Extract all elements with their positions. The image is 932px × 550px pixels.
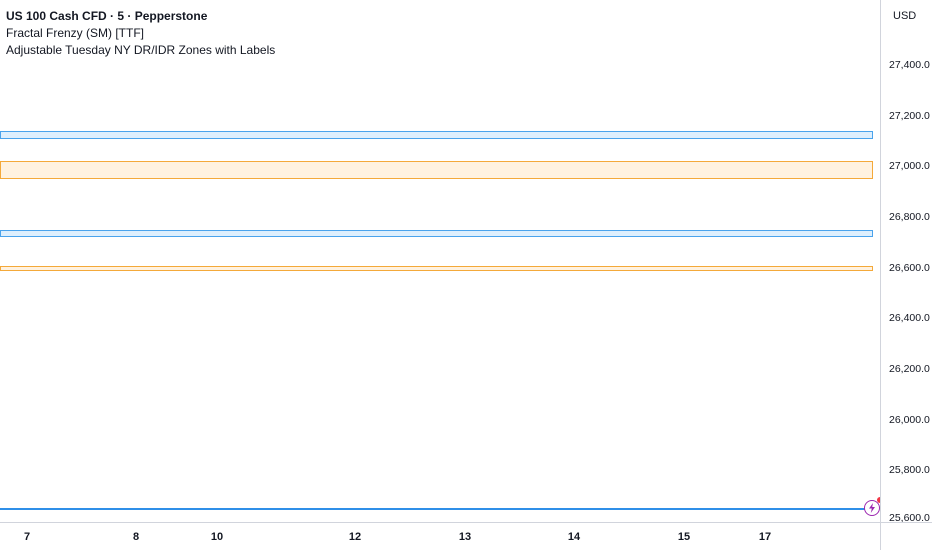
price-tick: 25,600.0	[889, 512, 930, 522]
axis-corner	[880, 522, 932, 550]
price-tick: 26,400.0	[889, 312, 930, 324]
price-tick: 25,800.0	[889, 464, 930, 476]
indicator-legend-fractal-frenzy[interactable]: Fractal Frenzy (SM) [TTF]	[6, 25, 275, 42]
price-tick: 27,200.0	[889, 110, 930, 122]
chart-window: US 100 Cash CFD · 5 · Pepperstone Fracta…	[0, 0, 932, 550]
time-tick: 17	[758, 531, 772, 543]
time-tick: 7	[23, 531, 31, 543]
time-tick: 14	[567, 531, 581, 543]
time-axis[interactable]: 7 8 10 12 13 14 15 17	[0, 522, 880, 550]
price-tick: 26,000.0	[889, 414, 930, 426]
price-tick: 27,400.0	[889, 59, 930, 71]
price-tick: 27,000.0	[889, 160, 930, 172]
price-scale[interactable]: USD 27,400.0 27,200.0 27,000.0 26,800.0 …	[880, 0, 932, 522]
price-tick: 26,600.0	[889, 262, 930, 274]
price-tick: 26,800.0	[889, 211, 930, 223]
lightning-glyph	[869, 503, 875, 513]
time-tick: 10	[210, 531, 224, 543]
idr-zone-lower	[0, 266, 873, 271]
time-tick: 15	[677, 531, 691, 543]
chart-pane[interactable]: US 100 Cash CFD · 5 · Pepperstone Fracta…	[0, 0, 880, 522]
price-tick: 26,200.0	[889, 363, 930, 375]
dr-zone-lower	[0, 230, 873, 237]
time-tick: 13	[458, 531, 472, 543]
currency-label[interactable]: USD	[893, 10, 916, 22]
price-line	[0, 508, 868, 510]
time-tick: 8	[132, 531, 140, 543]
time-tick: 12	[348, 531, 362, 543]
symbol-title[interactable]: US 100 Cash CFD · 5 · Pepperstone	[6, 8, 275, 25]
chart-legend: US 100 Cash CFD · 5 · Pepperstone Fracta…	[6, 8, 275, 59]
lightning-icon[interactable]	[864, 497, 880, 516]
dr-zone-upper	[0, 131, 873, 139]
idr-zone-upper	[0, 161, 873, 179]
indicator-legend-dr-idr-zones[interactable]: Adjustable Tuesday NY DR/IDR Zones with …	[6, 42, 275, 59]
